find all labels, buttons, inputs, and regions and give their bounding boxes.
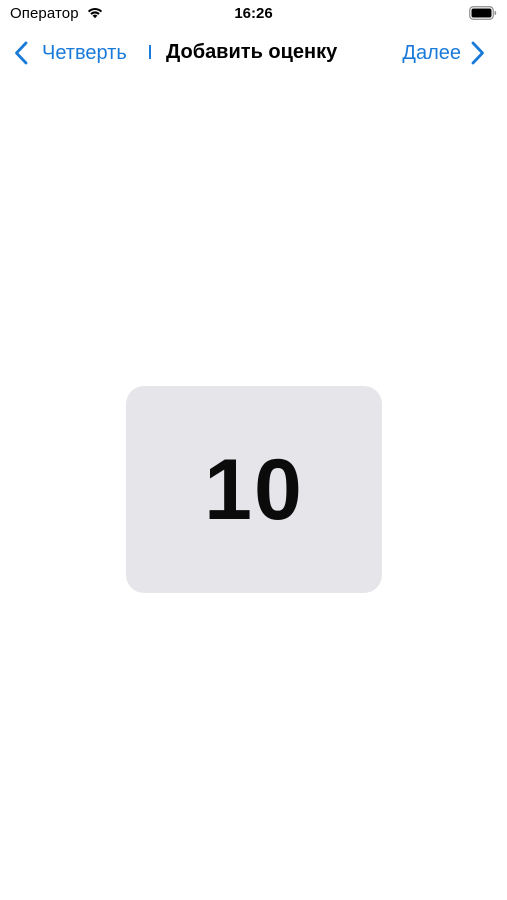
grade-card[interactable]: 10 — [126, 386, 382, 593]
next-button[interactable]: Далее — [402, 40, 485, 66]
navigation-bar: Четверть Добавить оценку Далее — [0, 30, 507, 76]
page-title: Добавить оценку — [166, 41, 338, 63]
back-button[interactable]: Четверть — [14, 40, 127, 66]
grade-value: 10 — [204, 441, 304, 538]
status-bar: Оператор 16:26 — [0, 0, 507, 28]
nav-divider — [149, 45, 151, 59]
chevron-left-icon — [15, 41, 28, 65]
battery-icon — [469, 6, 497, 20]
next-button-label: Далее — [402, 41, 461, 64]
back-button-label: Четверть — [42, 41, 127, 64]
chevron-right-icon — [471, 41, 484, 65]
status-time: 16:26 — [234, 5, 273, 22]
